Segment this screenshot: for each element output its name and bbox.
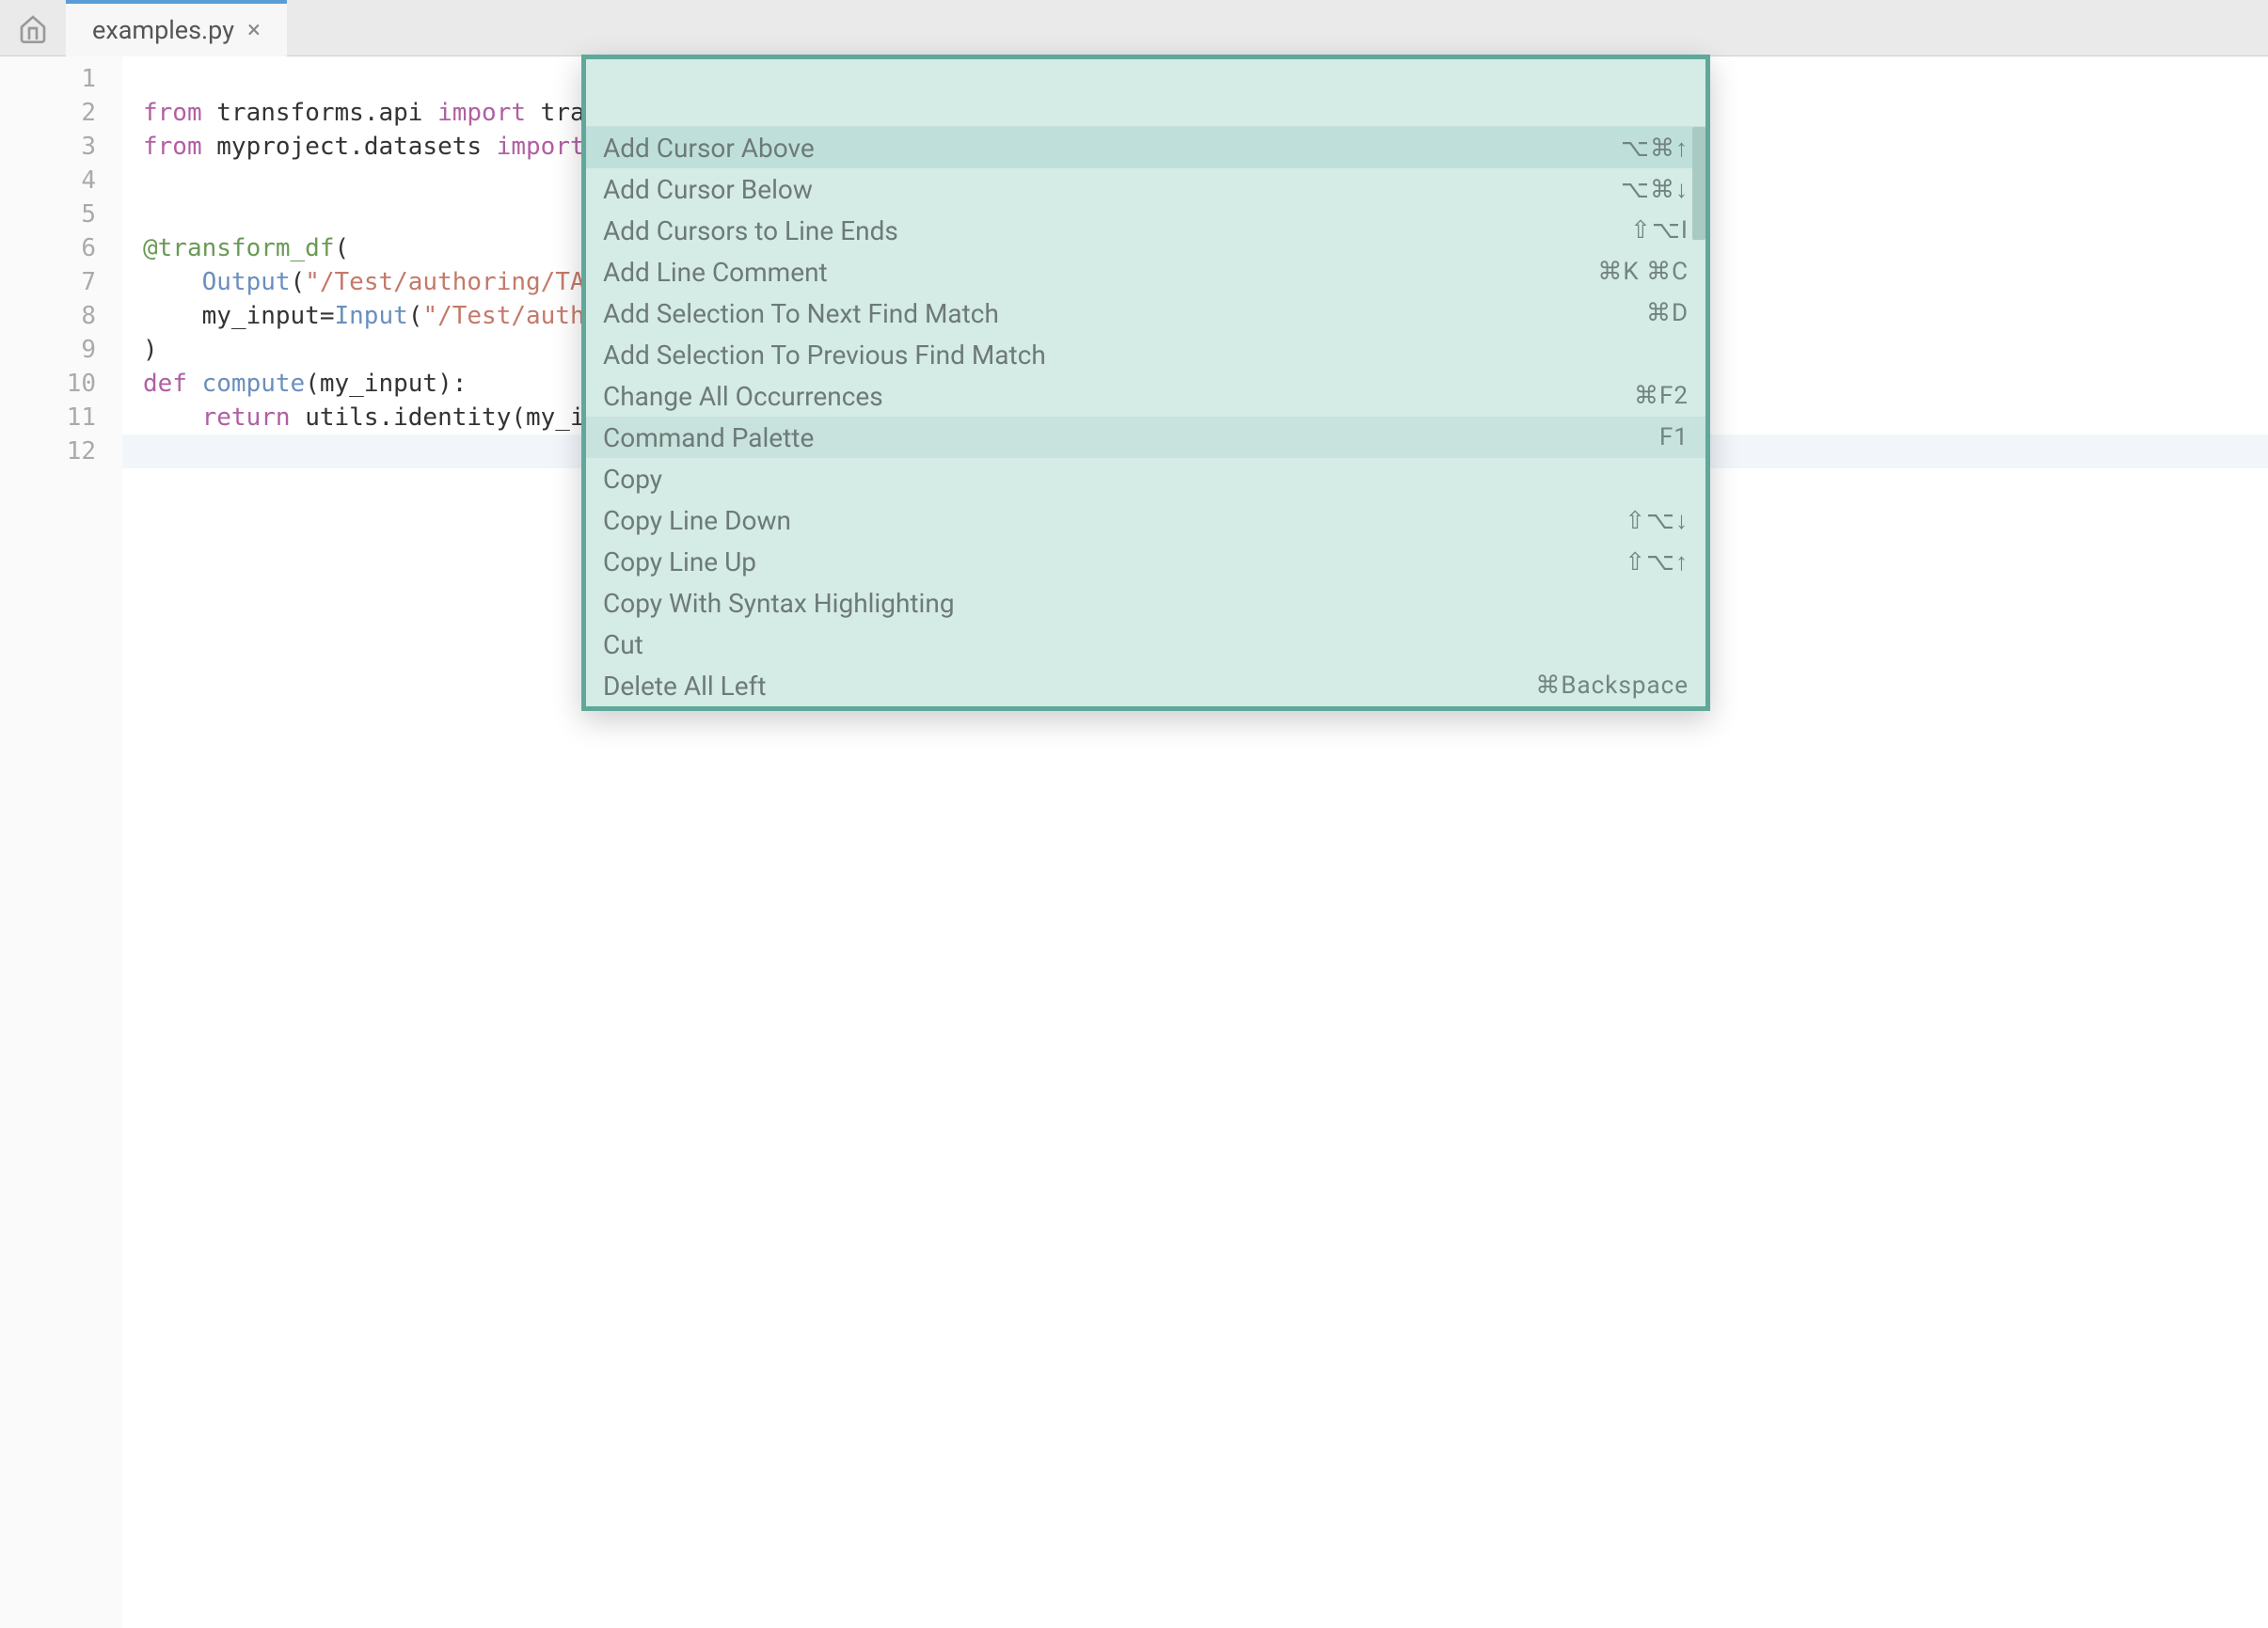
command-label: Copy Line Down — [603, 505, 791, 536]
command-label: Change All Occurrences — [603, 381, 883, 412]
command-palette-item[interactable]: Add Selection To Previous Find Match — [586, 334, 1705, 375]
line-number: 8 — [0, 299, 96, 333]
home-icon — [18, 13, 48, 43]
command-label: Cut — [603, 629, 643, 660]
command-palette-item[interactable]: Command Palette F1 — [586, 417, 1705, 458]
command-palette-item[interactable]: Add Cursors to Line Ends ⇧⌥I — [586, 210, 1705, 251]
command-label: Copy With Syntax Highlighting — [603, 588, 955, 619]
command-label: Add Cursors to Line Ends — [603, 215, 898, 246]
line-number: 4 — [0, 164, 96, 198]
command-shortcut: ⌘D — [1646, 299, 1689, 327]
command-palette-item[interactable]: Cut — [586, 624, 1705, 665]
command-shortcut: ⌥⌘↑ — [1621, 134, 1689, 163]
line-number-gutter: 123456789101112 — [0, 56, 122, 1628]
home-button[interactable] — [0, 0, 66, 56]
command-palette-item[interactable]: Change All Occurrences ⌘F2 — [586, 375, 1705, 417]
line-number: 3 — [0, 130, 96, 164]
command-palette-item[interactable]: Copy — [586, 458, 1705, 499]
command-shortcut: ⇧⌥↓ — [1625, 506, 1689, 535]
command-shortcut: ⌘F2 — [1634, 382, 1689, 410]
command-label: Delete All Left — [603, 671, 766, 702]
command-palette: Add Cursor Above⌥⌘↑Add Cursor Below⌥⌘↓Ad… — [581, 55, 1710, 711]
command-shortcut: ⌘Backspace — [1535, 672, 1689, 700]
command-palette-input[interactable] — [586, 59, 1705, 127]
line-number: 2 — [0, 96, 96, 130]
command-shortcut: ⇧⌥I — [1630, 216, 1689, 245]
command-shortcut: F1 — [1659, 423, 1689, 451]
command-palette-list: Add Cursor Above⌥⌘↑Add Cursor Below⌥⌘↓Ad… — [586, 127, 1705, 706]
command-label: Copy — [603, 464, 662, 495]
line-number: 10 — [0, 367, 96, 401]
command-palette-item[interactable]: Add Cursor Above ⌥⌘↑ — [586, 127, 1705, 168]
line-number: 12 — [0, 435, 96, 468]
command-palette-item[interactable]: Add Cursor Below ⌥⌘↓ — [586, 168, 1705, 210]
command-label: Add Selection To Previous Find Match — [603, 340, 1046, 371]
command-palette-item[interactable]: Copy Line Up ⇧⌥↑ — [586, 541, 1705, 582]
command-label: Add Cursor Above — [603, 133, 815, 164]
command-palette-item[interactable]: Delete All Left ⌘Backspace — [586, 665, 1705, 706]
line-number: 5 — [0, 198, 96, 231]
command-palette-item[interactable]: Copy With Syntax Highlighting — [586, 582, 1705, 624]
line-number: 6 — [0, 231, 96, 265]
command-label: Copy Line Up — [603, 546, 756, 577]
command-label: Add Cursor Below — [603, 174, 813, 205]
tab-bar: examples.py × — [0, 0, 2268, 56]
command-palette-item[interactable]: Add Selection To Next Find Match ⌘D — [586, 292, 1705, 334]
command-palette-item[interactable]: Add Line Comment ⌘K ⌘C — [586, 251, 1705, 292]
command-shortcut: ⌘K ⌘C — [1597, 258, 1689, 286]
command-label: Add Line Comment — [603, 257, 828, 288]
command-shortcut: ⌥⌘↓ — [1621, 175, 1689, 204]
command-palette-item[interactable]: Copy Line Down ⇧⌥↓ — [586, 499, 1705, 541]
line-number: 1 — [0, 62, 96, 96]
line-number: 9 — [0, 333, 96, 367]
close-icon[interactable]: × — [247, 16, 261, 44]
tab-filename: examples.py — [92, 15, 234, 45]
command-label: Command Palette — [603, 422, 814, 453]
file-tab[interactable]: examples.py × — [66, 0, 287, 56]
command-label: Add Selection To Next Find Match — [603, 298, 999, 329]
line-number: 11 — [0, 401, 96, 435]
scrollbar-thumb[interactable] — [1692, 127, 1705, 240]
line-number: 7 — [0, 265, 96, 299]
command-shortcut: ⇧⌥↑ — [1625, 547, 1689, 577]
